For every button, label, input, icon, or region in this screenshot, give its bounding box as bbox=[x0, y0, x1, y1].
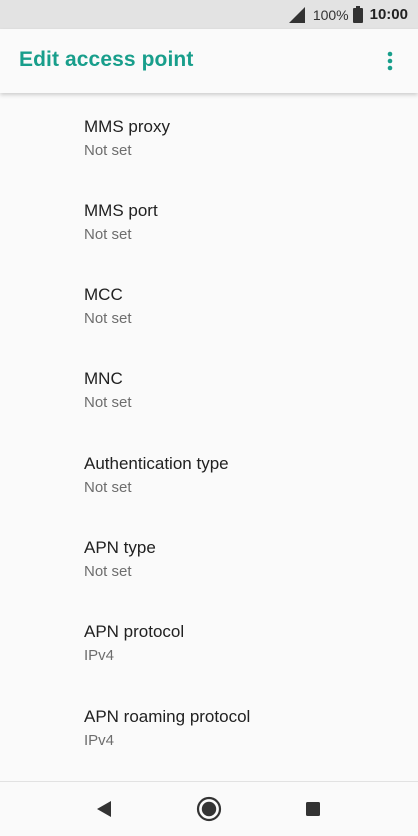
pref-mnc[interactable]: MNC Not set bbox=[0, 345, 418, 429]
page-title: Edit access point bbox=[19, 48, 194, 71]
pref-summary: Not set bbox=[84, 226, 132, 243]
pref-summary: Not set bbox=[84, 394, 132, 411]
back-button[interactable] bbox=[91, 796, 117, 822]
system-nav-bar bbox=[0, 781, 418, 836]
pref-apn-type[interactable]: APN type Not set bbox=[0, 514, 418, 598]
recents-square-icon bbox=[306, 802, 320, 816]
pref-title: MNC bbox=[84, 369, 123, 388]
more-vert-icon bbox=[387, 51, 393, 71]
pref-summary: IPv4 bbox=[84, 732, 115, 749]
pref-title: APN protocol bbox=[84, 622, 185, 641]
status-bar: 100% 10:00 bbox=[0, 0, 418, 29]
battery-percent: 100% bbox=[312, 6, 349, 23]
pref-apn-roaming-protocol[interactable]: APN roaming protocol IPv4 bbox=[0, 683, 418, 767]
pref-summary: Not set bbox=[84, 310, 132, 327]
pref-summary: Not set bbox=[84, 142, 132, 159]
pref-title: MMS port bbox=[84, 201, 158, 220]
pref-mms-proxy[interactable]: MMS proxy Not set bbox=[0, 93, 418, 177]
pref-apn-protocol[interactable]: APN protocol IPv4 bbox=[0, 598, 418, 682]
pref-mms-port[interactable]: MMS port Not set bbox=[0, 177, 418, 261]
pref-title: MCC bbox=[84, 285, 123, 304]
pref-title: APN roaming protocol bbox=[84, 707, 251, 726]
home-circle-icon bbox=[196, 796, 222, 822]
recents-button[interactable] bbox=[300, 796, 326, 822]
battery-full-icon bbox=[352, 6, 363, 23]
pref-summary: Not set bbox=[84, 479, 132, 496]
apn-settings-list: MMS proxy Not set MMS port Not set MCC N… bbox=[0, 93, 418, 781]
home-button[interactable] bbox=[196, 796, 222, 822]
pref-summary: Not set bbox=[84, 563, 132, 580]
pref-summary: IPv4 bbox=[84, 647, 115, 664]
cell-signal-icon bbox=[288, 6, 305, 23]
clock: 10:00 bbox=[369, 6, 408, 23]
pref-title: APN type bbox=[84, 538, 156, 557]
screen: 100% 10:00 Edit access point MMS proxy N… bbox=[0, 0, 418, 836]
app-bar: Edit access point bbox=[0, 29, 418, 93]
pref-authentication-type[interactable]: Authentication type Not set bbox=[0, 430, 418, 514]
pref-mcc[interactable]: MCC Not set bbox=[0, 261, 418, 345]
overflow-menu-button[interactable] bbox=[376, 47, 404, 75]
back-triangle-icon bbox=[97, 801, 111, 817]
pref-title: Authentication type bbox=[84, 454, 229, 473]
pref-title: MMS proxy bbox=[84, 117, 170, 136]
